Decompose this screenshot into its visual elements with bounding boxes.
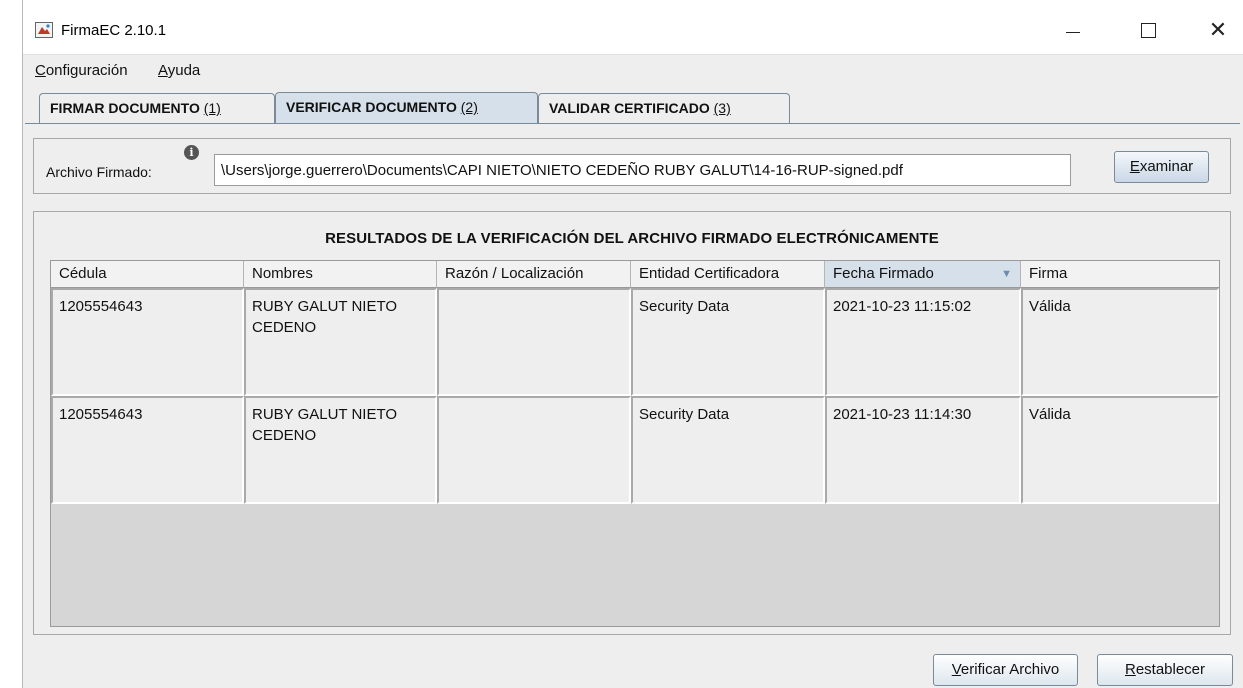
cell-entidad[interactable]: Security Data: [631, 396, 825, 504]
minimize-button[interactable]: [1048, 10, 1098, 50]
close-button[interactable]: ✕: [1193, 10, 1243, 50]
app-window: FirmaEC 2.10.1 ✕ Configuración Ayuda FIR…: [22, 0, 1243, 688]
cell-razon[interactable]: [437, 396, 631, 504]
menu-configuracion[interactable]: Configuración: [35, 62, 128, 79]
verificar-archivo-button[interactable]: Verificar Archivo: [933, 654, 1078, 686]
table-row[interactable]: 1205554643 RUBY GALUT NIETO CEDENO Secur…: [51, 396, 1219, 504]
window-title: FirmaEC 2.10.1: [61, 22, 167, 39]
menu-bar: Configuración Ayuda: [23, 54, 1243, 84]
app-icon: [35, 22, 53, 38]
cell-cedula[interactable]: 1205554643: [51, 396, 244, 504]
title-bar[interactable]: FirmaEC 2.10.1 ✕: [23, 0, 1243, 54]
tab-firmar-documento[interactable]: FIRMAR DOCUMENTO (1): [39, 93, 275, 123]
column-header-cedula[interactable]: Cédula: [51, 261, 244, 288]
file-label: Archivo Firmado:: [46, 164, 152, 180]
cell-firma[interactable]: Válida: [1021, 288, 1219, 396]
results-panel: RESULTADOS DE LA VERIFICACIÓN DEL ARCHIV…: [33, 211, 1231, 635]
tab-divider: [25, 123, 1240, 124]
maximize-button[interactable]: [1123, 10, 1173, 50]
cell-cedula[interactable]: 1205554643: [51, 288, 244, 396]
examinar-button[interactable]: Examinar: [1114, 151, 1209, 183]
results-title: RESULTADOS DE LA VERIFICACIÓN DEL ARCHIV…: [325, 230, 939, 247]
menu-ayuda[interactable]: Ayuda: [158, 62, 200, 79]
tab-verificar-documento[interactable]: VERIFICAR DOCUMENTO (2): [275, 92, 538, 124]
sort-descending-icon: ▼: [1001, 268, 1012, 280]
column-header-fecha[interactable]: Fecha Firmado ▼: [825, 261, 1021, 288]
cell-nombres[interactable]: RUBY GALUT NIETO CEDENO: [244, 396, 437, 504]
close-icon: ✕: [1208, 17, 1228, 42]
minimize-icon: [1066, 31, 1080, 33]
cell-fecha[interactable]: 2021-10-23 11:14:30: [825, 396, 1021, 504]
tab-validar-certificado[interactable]: VALIDAR CERTIFICADO (3): [538, 93, 790, 123]
column-header-entidad[interactable]: Entidad Certificadora: [631, 261, 825, 288]
maximize-icon: [1140, 22, 1156, 38]
cell-razon[interactable]: [437, 288, 631, 396]
file-panel: Archivo Firmado: i Examinar: [33, 138, 1231, 194]
table-row[interactable]: 1205554643 RUBY GALUT NIETO CEDENO Secur…: [51, 288, 1219, 396]
signed-file-input[interactable]: [214, 154, 1071, 186]
cell-entidad[interactable]: Security Data: [631, 288, 825, 396]
restablecer-button[interactable]: Restablecer: [1097, 654, 1233, 686]
info-icon[interactable]: i: [184, 145, 199, 160]
column-header-nombres[interactable]: Nombres: [244, 261, 437, 288]
column-header-razon[interactable]: Razón / Localización: [437, 261, 631, 288]
cell-firma[interactable]: Válida: [1021, 396, 1219, 504]
results-table: Cédula Nombres Razón / Localización Enti…: [50, 260, 1220, 627]
cell-fecha[interactable]: 2021-10-23 11:15:02: [825, 288, 1021, 396]
cell-nombres[interactable]: RUBY GALUT NIETO CEDENO: [244, 288, 437, 396]
column-header-firma[interactable]: Firma: [1021, 261, 1219, 288]
